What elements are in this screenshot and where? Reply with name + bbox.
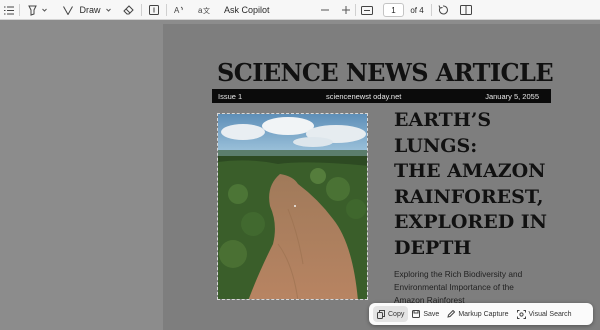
page-number-input[interactable]: 1 [383,3,404,17]
save-label: Save [423,310,440,318]
website-text: sciencenewst oday.net [326,91,402,101]
zoom-out-icon[interactable] [320,0,330,20]
article-title-line: THE AMAZON [394,160,546,182]
draw-icon[interactable] [62,0,74,20]
text-box-icon[interactable] [148,0,160,20]
image-action-bar: Copy Save Markup Capture Visual Search [369,303,593,325]
article-title: EARTH’S LUNGS: THE AMAZON RAINFOREST, EX… [394,108,584,261]
visual-search-icon [516,309,526,319]
copy-icon [377,309,385,319]
amazon-river-photo[interactable] [217,113,368,300]
issue-number: Issue 1 [218,91,243,101]
translate-icon[interactable]: a文 [197,0,211,20]
article-subtitle-line: Exploring the Rich Biodiversity and [394,269,523,279]
zoom-in-icon[interactable] [341,0,351,20]
svg-text:文: 文 [203,6,210,15]
article-subtitle: Exploring the Rich Biodiversity and Envi… [394,268,544,306]
highlight-icon[interactable] [26,0,38,20]
article-title-line: RAINFOREST, [394,185,544,208]
read-aloud-icon[interactable]: A [172,0,186,20]
fit-page-icon[interactable] [360,0,374,20]
svg-text:A: A [174,6,180,15]
article-title-line: LUNGS: [394,134,478,157]
page-view-icon[interactable] [459,0,473,20]
article-subtitle-line: Environmental Importance of the [394,281,514,292]
newspaper-headline: SCIENCE NEWS ARTICLE [217,58,554,87]
copy-label: Copy [388,310,405,318]
page-total: of 4 [410,5,424,15]
contents-icon[interactable] [2,0,16,20]
article-title-line: DEPTH [394,236,472,259]
article-title-line: EARTH’S [394,109,492,131]
visual-search-button[interactable]: Visual Search [513,306,576,322]
markup-capture-label: Markup Capture [458,310,509,318]
save-icon [412,310,421,318]
copy-button[interactable]: Copy [373,306,409,322]
markup-capture-button[interactable]: Markup Capture [443,306,512,322]
rotate-icon[interactable] [437,0,449,20]
article-title-line: EXPLORED IN [394,211,548,233]
draw-button[interactable]: Draw [79,0,101,20]
ask-copilot-button[interactable]: Ask Copilot [224,0,270,20]
highlight-dropdown-chevron-icon[interactable] [41,0,47,20]
pdf-toolbar: Draw A a文 Ask Copilot 1 of 4 [0,0,600,20]
issue-date: January 5, 2055 [485,91,539,101]
markup-pen-icon [447,310,456,318]
visual-search-label: Visual Search [528,310,572,318]
save-button[interactable]: Save [408,306,443,322]
issue-banner: Issue 1 sciencenewst oday.net January 5,… [212,89,551,103]
draw-dropdown-chevron-icon[interactable] [105,0,111,20]
eraser-icon[interactable] [121,0,135,20]
